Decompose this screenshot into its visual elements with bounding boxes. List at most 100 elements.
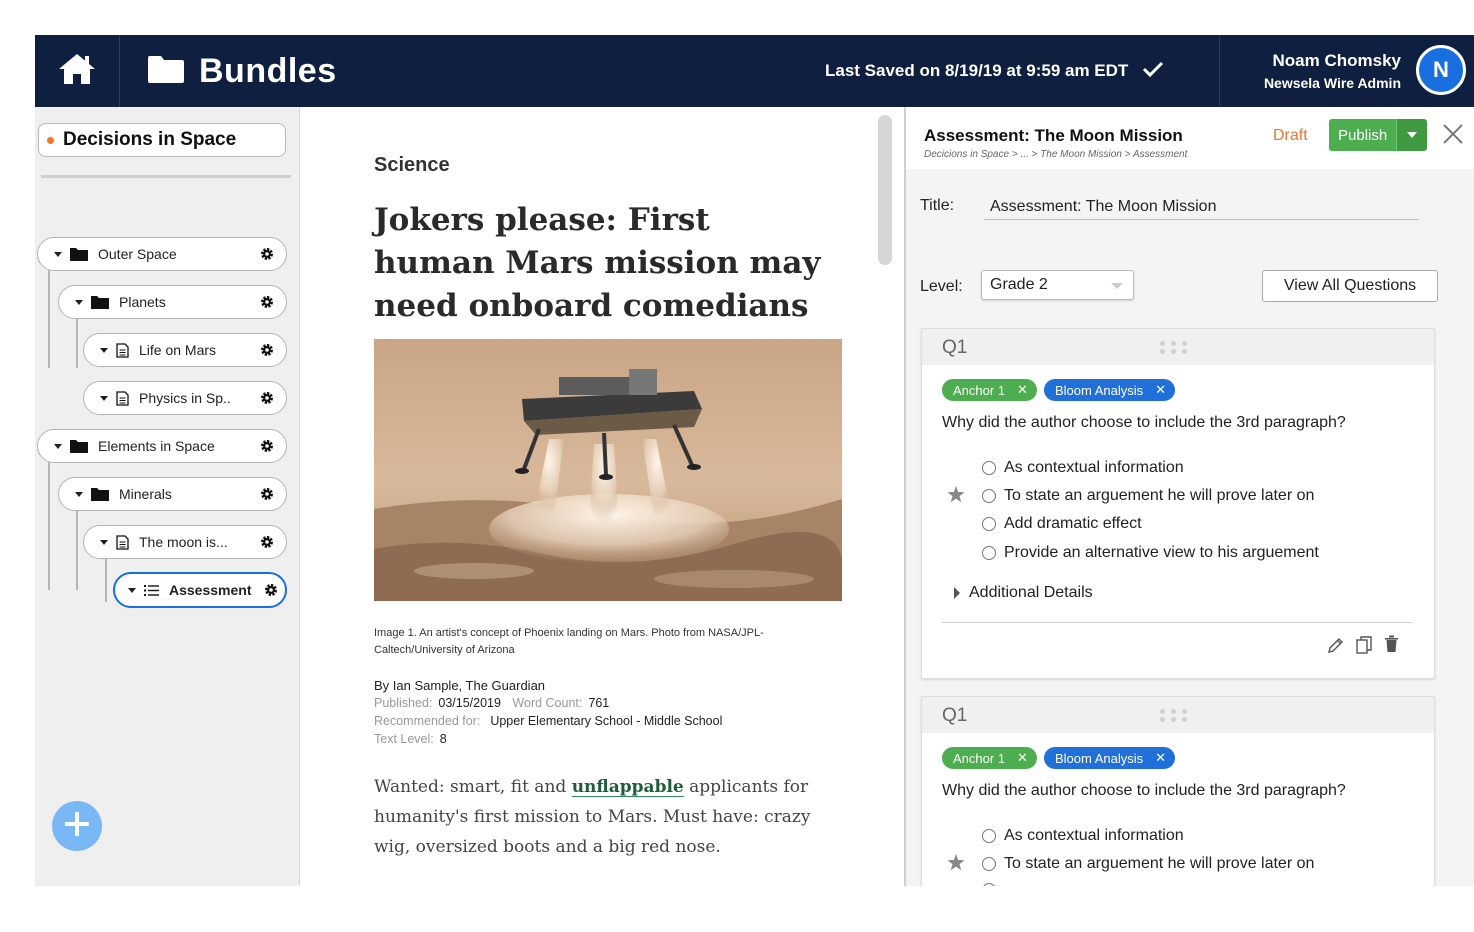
copy-icon[interactable] <box>1356 636 1373 654</box>
gear-icon[interactable] <box>260 247 274 261</box>
drag-handle-icon[interactable] <box>1160 709 1187 722</box>
user-info[interactable]: Noam Chomsky Newsela Wire Admin <box>1225 35 1401 107</box>
question-number: Q1 <box>942 705 968 726</box>
additional-details-toggle[interactable]: Additional Details <box>954 584 1093 602</box>
article-text-level-row: Text Level: 8 <box>374 732 447 746</box>
radio-button[interactable] <box>982 489 996 503</box>
published-date: 03/15/2019 <box>438 696 501 710</box>
gear-icon[interactable] <box>260 535 274 549</box>
tree-node-outer-space[interactable]: Outer Space <box>37 237 287 271</box>
gear-icon[interactable] <box>260 487 274 501</box>
question-card: Q1 Anchor 1 ✕ Bloom Analysis ✕ Why did the… <box>921 328 1435 679</box>
radio-button[interactable] <box>982 461 996 475</box>
caret-down-icon[interactable] <box>100 347 108 353</box>
tag-label: Anchor 1 <box>953 382 1006 398</box>
pencil-icon[interactable] <box>1327 636 1345 654</box>
text-level: 8 <box>439 732 447 746</box>
caret-down-icon[interactable] <box>75 491 83 497</box>
title-input[interactable] <box>984 194 1419 220</box>
folder-icon <box>70 439 88 453</box>
status-badge: Draft <box>1273 127 1308 144</box>
remove-tag-icon[interactable]: ✕ <box>1017 382 1028 398</box>
drag-handle-icon[interactable] <box>1160 341 1187 354</box>
close-icon[interactable] <box>1442 123 1464 150</box>
panel-title: Assessment: The Moon Mission <box>924 126 1183 145</box>
question-tags: Anchor 1 ✕ Bloom Analysis ✕ <box>942 747 1176 769</box>
gear-icon[interactable] <box>260 295 274 309</box>
article-scrollbar[interactable] <box>878 115 892 265</box>
user-role: Newsela Wire Admin <box>1263 75 1401 91</box>
unsaved-dot-icon <box>47 136 54 144</box>
radio-button[interactable] <box>982 883 996 886</box>
answer-option[interactable]: Provide an alternative view to his argue… <box>982 544 1319 562</box>
caret-down-icon[interactable] <box>54 443 62 449</box>
tree-node-planets[interactable]: Planets <box>58 285 287 319</box>
caret-down-icon[interactable] <box>100 395 108 401</box>
tag-label: Bloom Analysis <box>1054 382 1144 398</box>
answer-label: As contextual information <box>1004 459 1184 476</box>
remove-tag-icon[interactable]: ✕ <box>1155 750 1166 766</box>
save-status: Last Saved on 8/19/19 at 9:59 am EDT <box>825 35 1164 107</box>
level-label: Level: <box>920 278 963 295</box>
chevron-down-icon[interactable] <box>1396 119 1428 151</box>
gear-icon[interactable] <box>260 439 274 453</box>
radio-button[interactable] <box>982 857 996 871</box>
article-recommended-row: Recommended for: Upper Elementary School … <box>374 714 722 728</box>
correct-answer-star-icon[interactable] <box>947 486 965 508</box>
caret-down-icon[interactable] <box>100 539 108 545</box>
publish-button[interactable]: Publish <box>1329 119 1428 151</box>
tree-node-the-moon[interactable]: The moon is... <box>83 525 287 559</box>
tag-bloom[interactable]: Bloom Analysis ✕ <box>1043 747 1176 769</box>
answer-option[interactable]: As contextual information <box>982 459 1184 477</box>
avatar[interactable]: N <box>1416 45 1466 95</box>
answer-option[interactable]: As contextual information <box>982 827 1184 845</box>
app-brand: Bundles <box>147 35 337 107</box>
vocab-word-link[interactable]: unflappable <box>572 777 684 797</box>
article-byline: By Ian Sample, The Guardian <box>374 678 546 693</box>
answer-option[interactable] <box>982 883 1004 886</box>
radio-button[interactable] <box>982 546 996 560</box>
bundle-sidebar: Decisions in Space Outer Space Planets L… <box>35 107 300 886</box>
level-select[interactable]: Grade 2 <box>981 270 1134 300</box>
checkmark-icon <box>1142 60 1164 83</box>
tag-anchor[interactable]: Anchor 1 ✕ <box>942 747 1037 769</box>
remove-tag-icon[interactable]: ✕ <box>1155 382 1166 398</box>
view-all-questions-button[interactable]: View All Questions <box>1262 270 1438 302</box>
publish-label[interactable]: Publish <box>1329 119 1397 151</box>
gear-icon[interactable] <box>260 343 274 357</box>
folder-icon <box>91 295 109 309</box>
level-value: Grade 2 <box>990 276 1048 293</box>
article-body: Wanted: smart, fit and unflappable appli… <box>374 772 824 862</box>
tree-node-life-on-mars[interactable]: Life on Mars <box>83 333 287 367</box>
bundle-title[interactable]: Decisions in Space <box>38 123 286 157</box>
radio-button[interactable] <box>982 829 996 843</box>
remove-tag-icon[interactable]: ✕ <box>1017 750 1028 766</box>
title-label: Title: <box>920 197 955 214</box>
radio-button[interactable] <box>982 517 996 531</box>
tag-anchor[interactable]: Anchor 1 ✕ <box>942 379 1037 401</box>
divider <box>942 622 1412 623</box>
tree-node-physics-in-space[interactable]: Physics in Sp.. <box>83 381 287 415</box>
tree-node-assessment[interactable]: Assessment <box>113 572 287 608</box>
add-button[interactable] <box>52 801 102 851</box>
caret-down-icon[interactable] <box>54 251 62 257</box>
gear-icon[interactable] <box>264 583 278 597</box>
answer-option[interactable]: To state an arguement he will prove late… <box>982 855 1314 873</box>
tag-bloom[interactable]: Bloom Analysis ✕ <box>1043 379 1176 401</box>
question-text: Why did the author choose to include the… <box>942 782 1346 799</box>
caret-down-icon[interactable] <box>128 587 136 593</box>
trash-icon[interactable] <box>1384 635 1399 653</box>
gear-icon[interactable] <box>260 391 274 405</box>
caret-down-icon[interactable] <box>75 299 83 305</box>
breadcrumb[interactable]: Decicions in Space > ... > The Moon Miss… <box>924 149 1187 160</box>
tree-node-elements-in-space[interactable]: Elements in Space <box>37 429 287 463</box>
tree-node-label: Life on Mars <box>139 342 217 358</box>
question-text: Why did the author choose to include the… <box>942 414 1346 431</box>
tree-node-label: Physics in Sp.. <box>139 390 231 406</box>
question-number: Q1 <box>942 337 968 358</box>
answer-option[interactable]: Add dramatic effect <box>982 515 1142 533</box>
tree-node-minerals[interactable]: Minerals <box>58 477 287 511</box>
correct-answer-star-icon[interactable] <box>947 854 965 876</box>
answer-option[interactable]: To state an arguement he will prove late… <box>982 487 1314 505</box>
home-button[interactable] <box>35 35 120 107</box>
